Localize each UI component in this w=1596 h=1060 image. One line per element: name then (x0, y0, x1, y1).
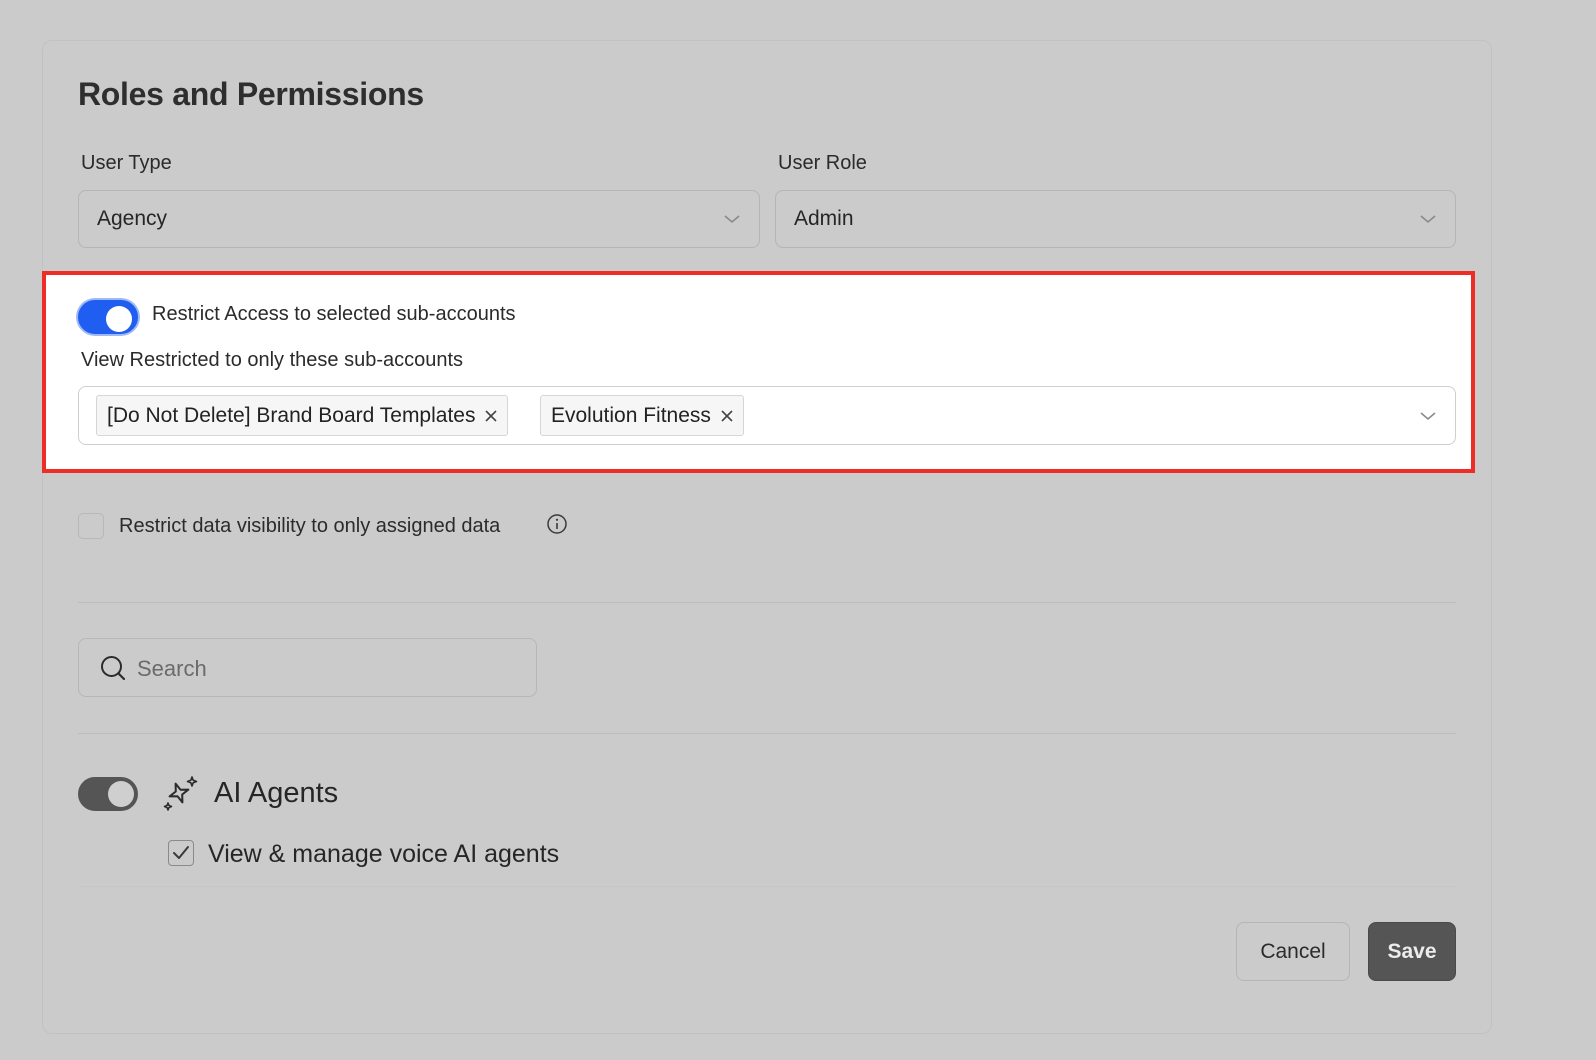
search-input[interactable] (135, 639, 519, 698)
page-title: Roles and Permissions (78, 76, 424, 112)
sparkles-icon (163, 776, 198, 811)
ai-agents-toggle[interactable] (78, 777, 138, 811)
ai-agents-title: AI Agents (214, 777, 339, 809)
data-visibility-label: Restrict data visibility to only assigne… (119, 515, 501, 537)
cancel-button[interactable]: Cancel (1236, 922, 1350, 981)
tag-label: Evolution Fitness (551, 403, 711, 427)
user-type-label: User Type (81, 152, 172, 174)
user-role-label: User Role (778, 152, 867, 174)
divider (78, 886, 1456, 887)
checkmark-icon (173, 846, 189, 859)
view-restricted-label: View Restricted to only these sub-accoun… (81, 349, 464, 371)
sub-accounts-multiselect[interactable]: [Do Not Delete] Brand Board Templates Ev… (78, 386, 1456, 445)
close-icon[interactable] (719, 408, 735, 424)
user-type-select[interactable]: Agency (78, 190, 760, 248)
toggle-knob (108, 781, 134, 807)
toggle-knob (106, 306, 132, 332)
restrict-access-label: Restrict Access to selected sub-accounts (152, 303, 516, 325)
user-role-select[interactable]: Admin (775, 190, 1456, 248)
chevron-down-icon (1420, 215, 1436, 224)
restrict-access-toggle[interactable] (78, 300, 138, 334)
save-button[interactable]: Save (1368, 922, 1456, 981)
divider (78, 602, 1456, 603)
tag-label: [Do Not Delete] Brand Board Templates (107, 403, 476, 427)
close-icon[interactable] (483, 408, 499, 424)
user-type-value: Agency (97, 207, 168, 230)
search-box[interactable] (78, 638, 537, 698)
chevron-down-icon[interactable] (1419, 410, 1437, 422)
sub-account-tag: [Do Not Delete] Brand Board Templates (96, 395, 509, 436)
user-role-value: Admin (794, 207, 854, 230)
voice-ai-permission-checkbox[interactable] (168, 840, 194, 866)
divider (78, 733, 1456, 734)
data-visibility-checkbox[interactable] (78, 513, 104, 539)
voice-ai-permission-label: View & manage voice AI agents (208, 840, 560, 868)
search-icon (101, 656, 126, 681)
info-circle-icon[interactable] (546, 513, 568, 535)
sub-account-tag: Evolution Fitness (540, 395, 744, 436)
chevron-down-icon (724, 215, 740, 224)
